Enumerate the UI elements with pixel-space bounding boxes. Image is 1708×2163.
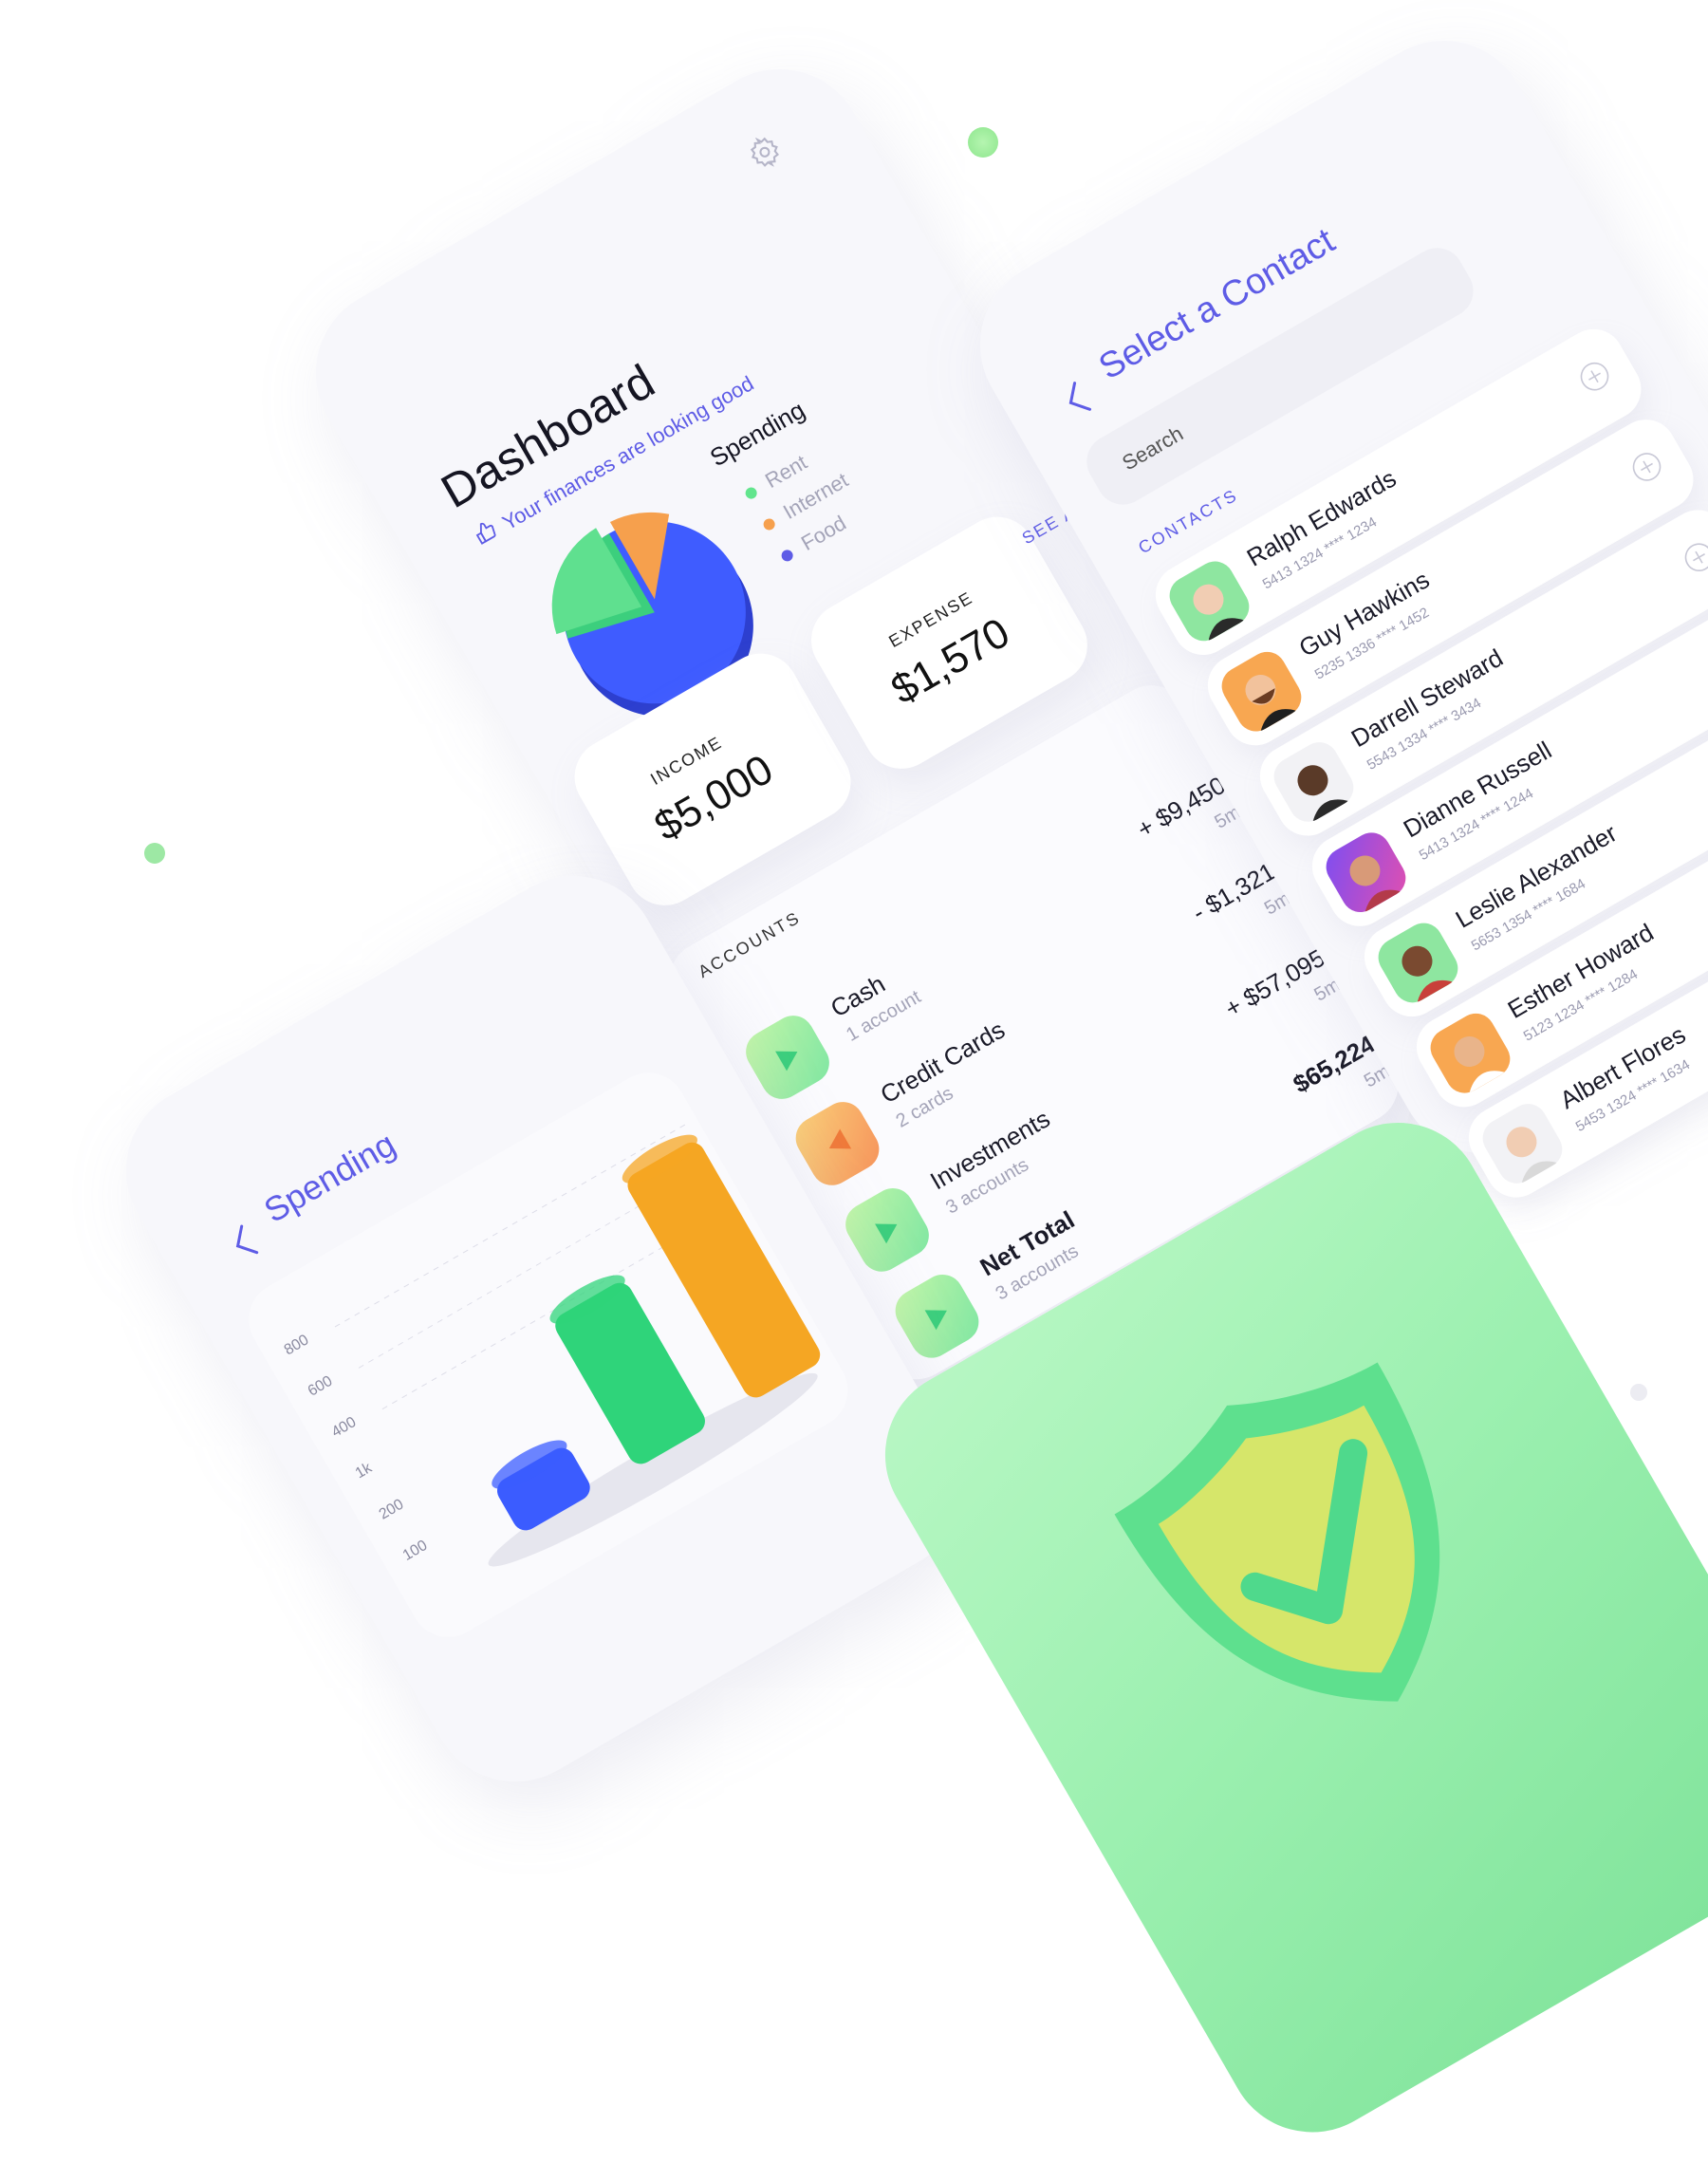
avatar (1319, 826, 1413, 920)
avatar (1215, 644, 1309, 738)
shield-check-icon (1114, 1362, 1440, 1702)
legend-dot (743, 485, 759, 501)
search-placeholder: Search (1118, 420, 1188, 475)
avatar (1423, 1006, 1517, 1100)
y-tick-label: 600 (305, 1372, 336, 1400)
avatar (1371, 916, 1465, 1010)
legend-label: Rent (760, 450, 811, 494)
add-circle-icon[interactable] (1626, 446, 1668, 488)
settings-gear-icon[interactable] (741, 129, 788, 176)
bar (549, 1275, 705, 1464)
add-circle-icon[interactable] (1679, 536, 1708, 578)
avatar (1162, 554, 1256, 648)
decor-dot (1630, 1384, 1647, 1401)
legend-dot (761, 516, 777, 532)
avatar (1476, 1096, 1569, 1191)
page-title: Spending (257, 1124, 402, 1231)
avatar (1267, 735, 1361, 830)
legend-label: Food (796, 511, 850, 555)
add-circle-icon[interactable] (1574, 356, 1616, 398)
thumbs-up-icon (471, 517, 502, 550)
legend-dot (779, 548, 795, 564)
y-tick-label: 800 (281, 1332, 312, 1359)
y-tick-label: 200 (376, 1496, 407, 1523)
y-tick-label: 400 (328, 1413, 360, 1442)
spending-bar-chart: 800 600 400 1k 200 100 (234, 1058, 862, 1651)
y-tick-label: 1k (352, 1460, 375, 1482)
back-chevron-icon[interactable] (226, 1222, 264, 1267)
y-tick-label: 100 (399, 1537, 431, 1564)
decor-dot (144, 843, 165, 864)
back-chevron-icon[interactable] (1059, 380, 1097, 424)
decor-dot (968, 127, 998, 158)
